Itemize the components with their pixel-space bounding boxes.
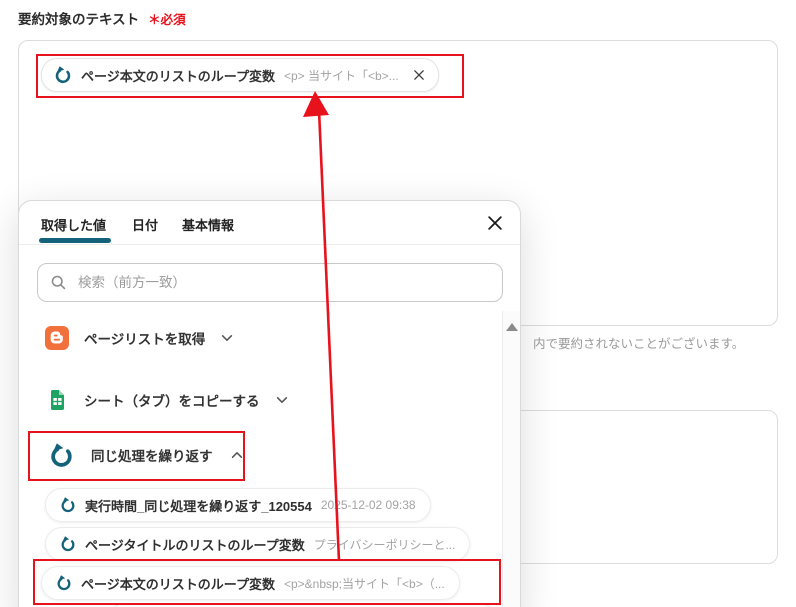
required-badge: ＊必須 — [148, 13, 186, 27]
group-label: ページリストを取得 — [84, 332, 206, 347]
chip-preview: <p> 当サイト「<b>... — [283, 68, 399, 83]
loop-icon — [60, 536, 76, 552]
variable-preview: プライバシーポリシーと... — [313, 537, 456, 552]
variable-label: 実行時間_同じ処理を繰り返す_120554 — [85, 498, 312, 514]
scrollbar[interactable] — [502, 311, 520, 607]
sheets-icon — [45, 388, 69, 412]
loop-icon — [49, 442, 74, 468]
loop-icon — [54, 66, 72, 84]
search-icon — [50, 274, 67, 291]
field-label-text: 要約対象のテキスト — [18, 12, 140, 27]
loop-icon — [60, 497, 76, 513]
search-input[interactable] — [76, 274, 490, 291]
tab-basic-info[interactable]: 基本情報 — [182, 215, 234, 234]
variable-preview: 2025-12-02 09:38 — [320, 498, 416, 512]
chevron-up-icon — [230, 448, 244, 462]
group-label: シート（タブ）をコピーする — [84, 394, 260, 409]
screen: 要約対象のテキスト ＊必須 ページ本文のリストのループ変数 <p> 当サイト「<b… — [0, 0, 796, 607]
search-box — [37, 263, 503, 302]
modal-header: 取得した値 日付 基本情報 — [19, 201, 520, 245]
scroll-up-arrow-icon[interactable] — [505, 323, 518, 331]
modal-close-icon[interactable] — [484, 212, 506, 234]
helper-text: 内で要約されないことがございます。 — [533, 337, 745, 351]
chip-label: ページ本文のリストのループ変数 — [81, 68, 275, 84]
variable-pill-runtime[interactable]: 実行時間_同じ処理を繰り返す_120554 2025-12-02 09:38 — [45, 488, 431, 522]
variable-pill-page-title[interactable]: ページタイトルのリストのループ変数 プライバシーポリシーと... — [45, 527, 471, 561]
group-row-sheets[interactable]: シート（タブ）をコピーする — [45, 380, 289, 420]
blogger-icon — [45, 326, 69, 350]
chip-close-icon[interactable] — [412, 68, 426, 82]
group-label: 同じ処理を繰り返す — [91, 449, 213, 464]
loop-icon — [56, 575, 72, 591]
variable-label: ページ本文のリストのループ変数 — [81, 576, 275, 592]
variable-preview: <p>&nbsp;当サイト「<b>（... — [283, 576, 445, 591]
variable-pill-page-body[interactable]: ページ本文のリストのループ変数 <p>&nbsp;当サイト「<b>（... — [41, 566, 460, 600]
selected-variable-chip[interactable]: ページ本文のリストのループ変数 <p> 当サイト「<b>... — [41, 58, 439, 92]
chevron-down-icon — [275, 393, 289, 407]
field-label: 要約対象のテキスト ＊必須 — [18, 8, 186, 28]
active-tab-underline — [39, 238, 111, 243]
tab-retrieved-values[interactable]: 取得した値 — [41, 215, 106, 234]
tab-date[interactable]: 日付 — [132, 215, 158, 234]
group-row-loop[interactable]: 同じ処理を繰り返す — [49, 435, 244, 475]
chevron-down-icon — [220, 331, 234, 345]
group-row-blogger[interactable]: ページリストを取得 — [45, 318, 234, 358]
variable-label: ページタイトルのリストのループ変数 — [85, 537, 305, 553]
variable-picker-modal: 取得した値 日付 基本情報 ページリストを取得 — [18, 200, 521, 607]
